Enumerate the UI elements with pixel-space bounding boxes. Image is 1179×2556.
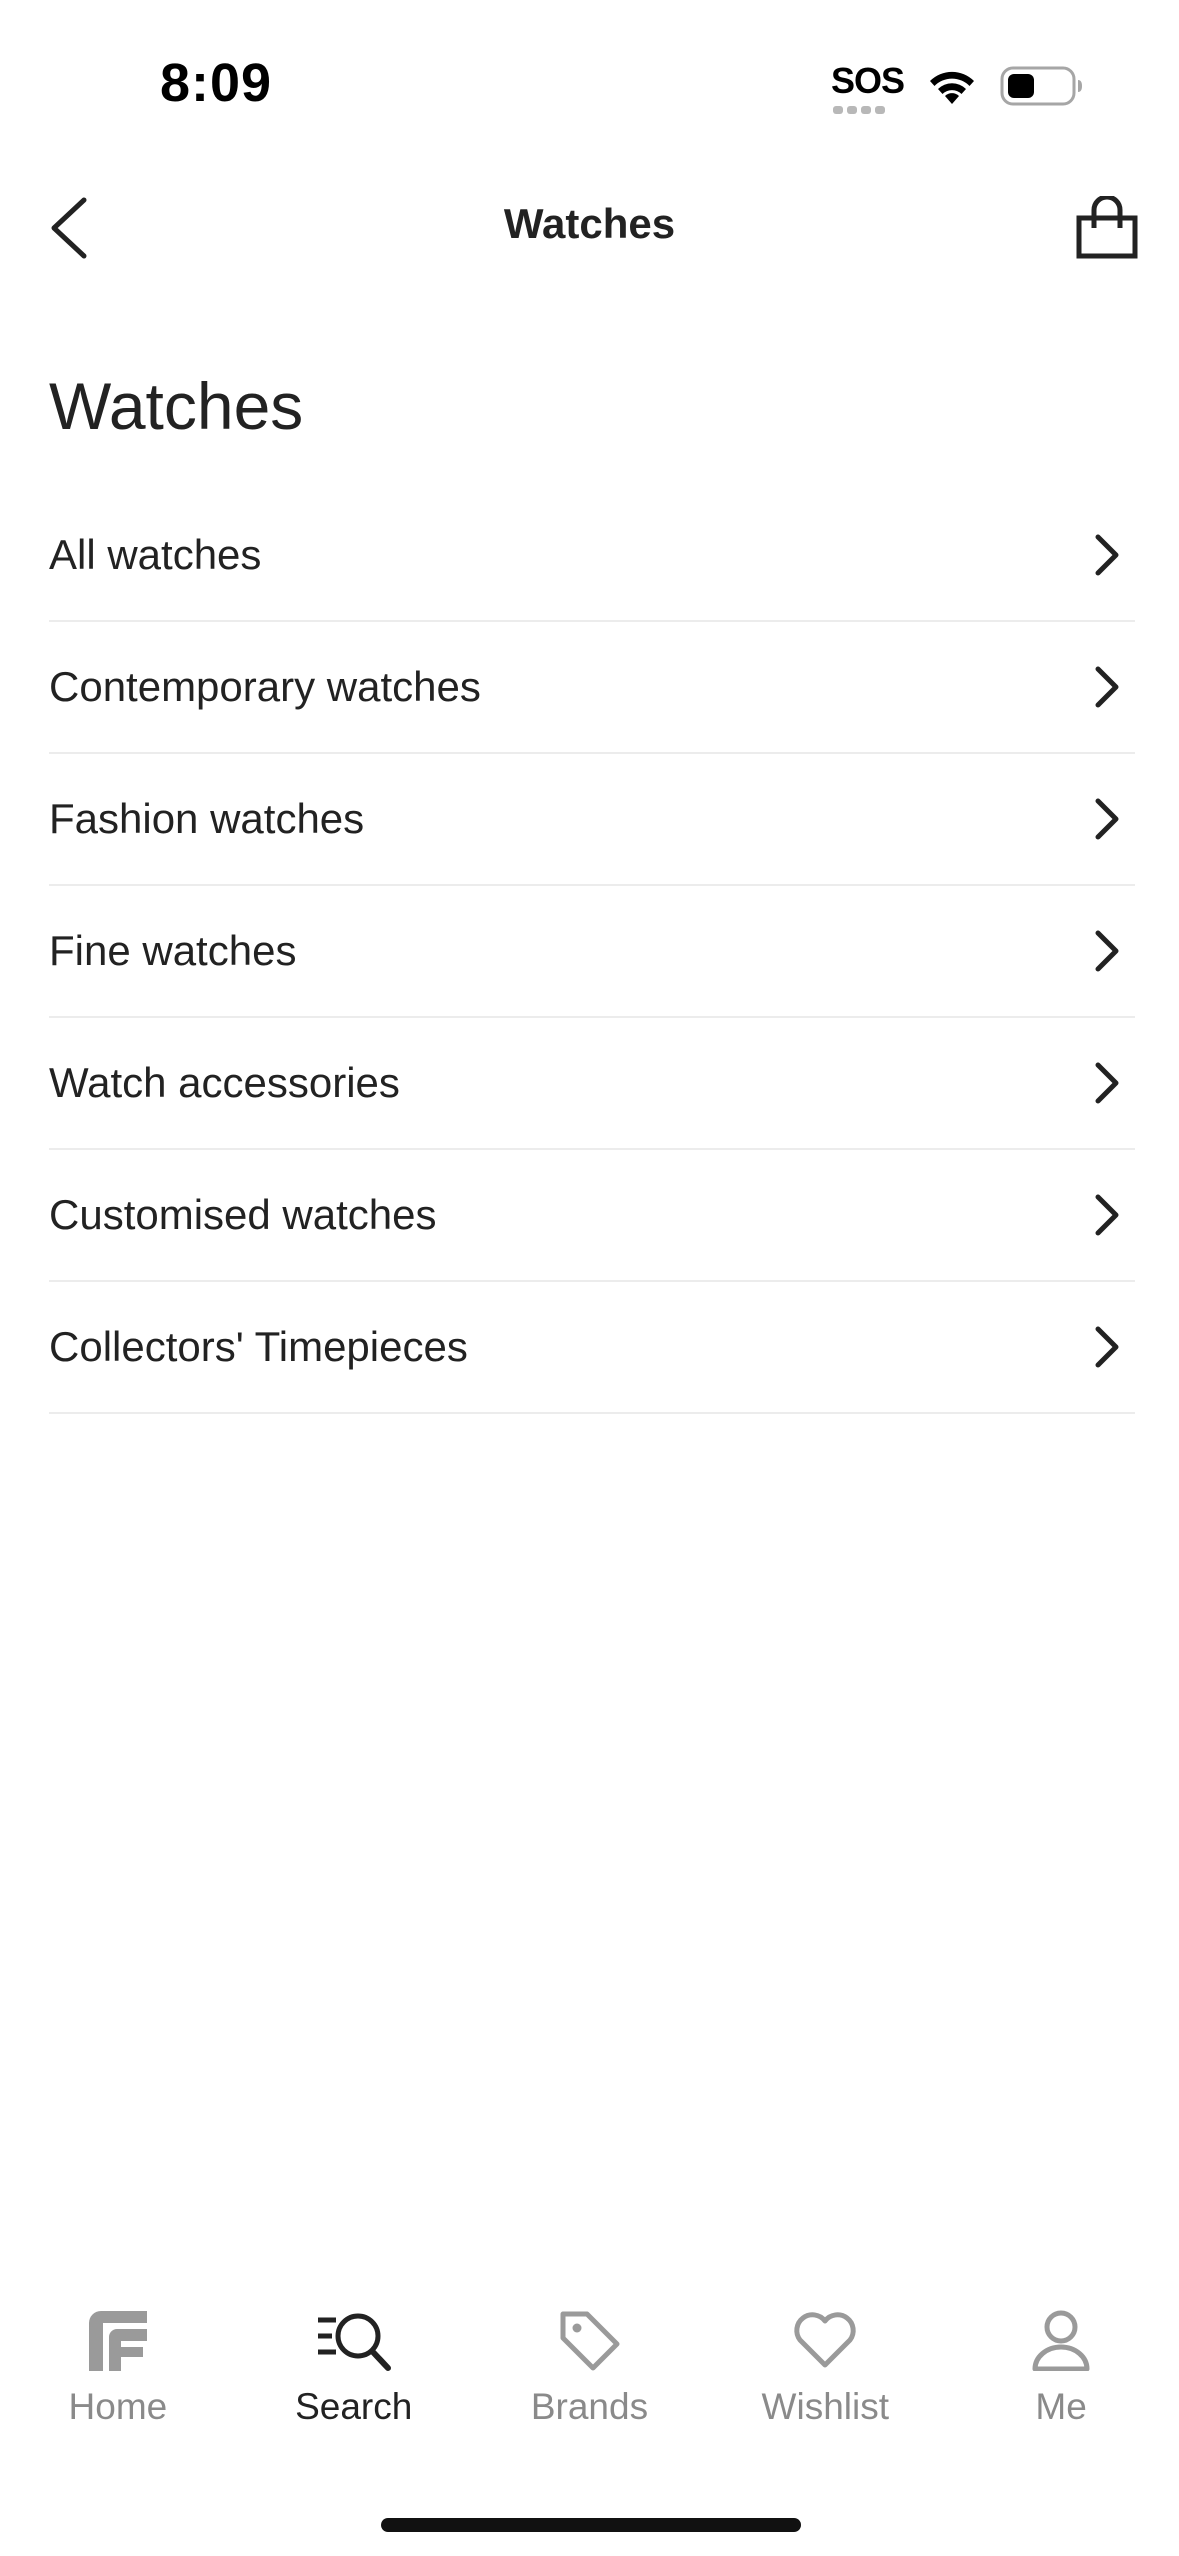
- tab-search[interactable]: Search: [254, 2300, 454, 2428]
- list-item[interactable]: Customised watches: [49, 1150, 1135, 1282]
- list-item[interactable]: Fine watches: [49, 886, 1135, 1018]
- navigation-bar: Watches: [0, 170, 1179, 290]
- heart-icon: [785, 2300, 865, 2380]
- chevron-right-icon: [1061, 1185, 1121, 1245]
- page-title: Watches: [503, 200, 676, 247]
- wifi-icon: [926, 66, 978, 111]
- list-item-label: Fashion watches: [49, 795, 365, 842]
- tab-home[interactable]: Home: [18, 2300, 218, 2428]
- tab-label: Search: [295, 2386, 413, 2427]
- search-icon: [314, 2300, 394, 2380]
- list-item[interactable]: Watch accessories: [49, 1018, 1135, 1150]
- tab-brands[interactable]: Brands: [489, 2300, 689, 2428]
- tag-icon: [549, 2300, 629, 2380]
- status-icons: SOS: [831, 62, 1084, 114]
- chevron-right-icon: [1061, 921, 1121, 981]
- sos-label: SOS: [830, 60, 905, 101]
- list-item-label: Fine watches: [49, 927, 297, 974]
- tab-label: Me: [1035, 2386, 1087, 2427]
- signal-dots: [832, 106, 885, 114]
- shopping-bag-button[interactable]: [1065, 188, 1149, 272]
- chevron-right-icon: [1061, 1317, 1121, 1377]
- tab-wishlist[interactable]: Wishlist: [725, 2300, 925, 2428]
- category-list: All watches Contemporary watches Fashion…: [49, 490, 1135, 1414]
- chevron-right-icon: [1061, 789, 1121, 849]
- list-item[interactable]: Collectors' Timepieces: [49, 1282, 1135, 1414]
- chevron-right-icon: [1061, 1053, 1121, 1113]
- status-time: 8:09: [160, 53, 273, 113]
- tab-label: Wishlist: [761, 2386, 889, 2427]
- list-item[interactable]: Contemporary watches: [49, 622, 1135, 754]
- chevron-right-icon: [1061, 657, 1121, 717]
- tab-label: Home: [68, 2386, 168, 2427]
- list-item-label: Collectors' Timepieces: [49, 1323, 468, 1370]
- ff-logo-icon: [78, 2300, 158, 2380]
- tab-me[interactable]: Me: [961, 2300, 1161, 2428]
- chevron-right-icon: [1061, 525, 1121, 585]
- list-item-label: Watch accessories: [49, 1059, 400, 1106]
- section-heading: Watches: [49, 369, 304, 443]
- status-bar: 8:09 SOS: [0, 0, 1179, 170]
- list-item-label: Customised watches: [49, 1191, 437, 1238]
- shopping-bag-icon: [1075, 194, 1139, 265]
- list-item-label: All watches: [49, 531, 262, 578]
- list-item[interactable]: All watches: [49, 490, 1135, 622]
- user-icon: [1021, 2300, 1101, 2380]
- tab-label: Brands: [530, 2386, 649, 2427]
- list-item[interactable]: Fashion watches: [49, 754, 1135, 886]
- home-indicator[interactable]: [381, 2518, 801, 2532]
- tab-bar: Home Search Brands Wishlist Me: [0, 2300, 1179, 2480]
- list-item-label: Contemporary watches: [49, 663, 481, 710]
- battery-icon: [1000, 65, 1084, 112]
- sos-indicator: SOS: [830, 60, 905, 114]
